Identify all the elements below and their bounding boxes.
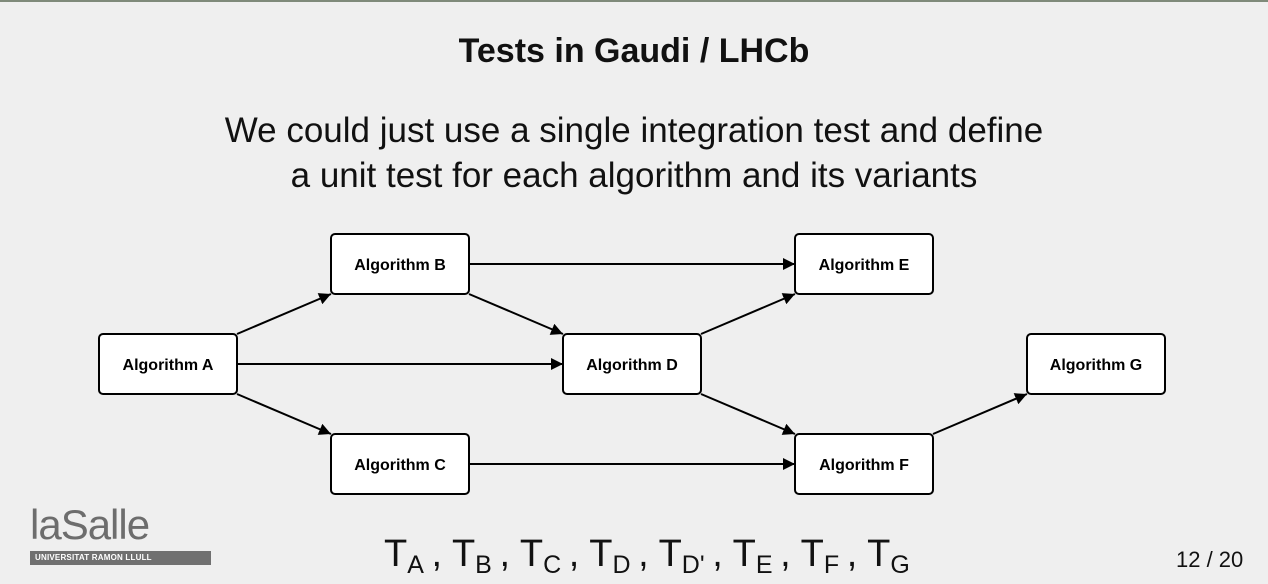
edge-d-to-e <box>700 293 796 335</box>
term-separator: , <box>704 533 733 575</box>
term-subscript: B <box>475 551 492 579</box>
node-label: Algorithm A <box>123 357 214 374</box>
term-subscript: F <box>823 551 840 579</box>
logo-tagline: UNIVERSITAT RAMON LLULL <box>30 551 211 565</box>
term-separator: , <box>423 533 452 575</box>
edge-d-to-f <box>700 393 796 435</box>
test-term: TD' , <box>658 533 733 578</box>
term-subscript: E <box>755 551 773 579</box>
term-subscript: D <box>612 551 631 579</box>
term-base: T <box>658 533 682 575</box>
term-separator: , <box>772 533 801 575</box>
node-algorithm-d: Algorithm D <box>562 333 702 395</box>
test-term: TC , <box>519 533 590 578</box>
edge-a-to-b <box>236 293 332 335</box>
node-label: Algorithm D <box>586 357 678 374</box>
term-subscript: A <box>407 551 424 579</box>
algorithm-dependency-diagram: Algorithm A Algorithm B Algorithm C Algorit… <box>98 233 1166 495</box>
edge-a-to-c <box>236 393 332 435</box>
term-base: T <box>867 533 891 575</box>
test-term: TA , <box>384 533 452 578</box>
lasalle-logo: laSalle UNIVERSITAT RAMON LLULL <box>30 503 212 565</box>
term-base: T <box>519 533 544 575</box>
node-algorithm-f: Algorithm F <box>794 433 934 495</box>
term-base: T <box>384 533 408 575</box>
term-separator: , <box>561 533 590 575</box>
test-term: TB , <box>451 533 520 578</box>
test-term: TD , <box>589 533 659 578</box>
term-base: T <box>800 533 824 575</box>
logo-wordmark: laSalle <box>30 501 150 548</box>
term-separator: , <box>630 533 659 575</box>
node-label: Algorithm E <box>819 257 910 274</box>
term-base: T <box>451 533 476 575</box>
edge-b-to-d <box>468 293 564 335</box>
test-term: TF , <box>800 533 868 578</box>
node-label: Algorithm G <box>1050 357 1142 374</box>
term-base: T <box>589 533 613 575</box>
term-subscript: D' <box>681 551 705 579</box>
node-algorithm-c: Algorithm C <box>330 433 470 495</box>
node-label: Algorithm B <box>354 257 446 274</box>
term-separator: , <box>839 533 868 575</box>
edge-f-to-g <box>932 393 1028 435</box>
node-algorithm-g: Algorithm G <box>1026 333 1166 395</box>
term-subscript: G <box>890 551 910 579</box>
node-label: Algorithm F <box>819 457 909 474</box>
test-term: TG <box>867 533 910 578</box>
node-algorithm-a: Algorithm A <box>98 333 238 395</box>
node-label: Algorithm C <box>354 457 446 474</box>
term-separator: , <box>491 533 520 575</box>
term-base: T <box>732 533 756 575</box>
page-number: 12 / 20 <box>1176 547 1244 572</box>
term-subscript: C <box>543 551 562 579</box>
node-algorithm-b: Algorithm B <box>330 233 470 295</box>
test-formula: TA , TB , TC , TD , TD' , TE , TF , TG <box>384 532 910 578</box>
test-term: TE , <box>732 533 801 578</box>
node-algorithm-e: Algorithm E <box>794 233 934 295</box>
